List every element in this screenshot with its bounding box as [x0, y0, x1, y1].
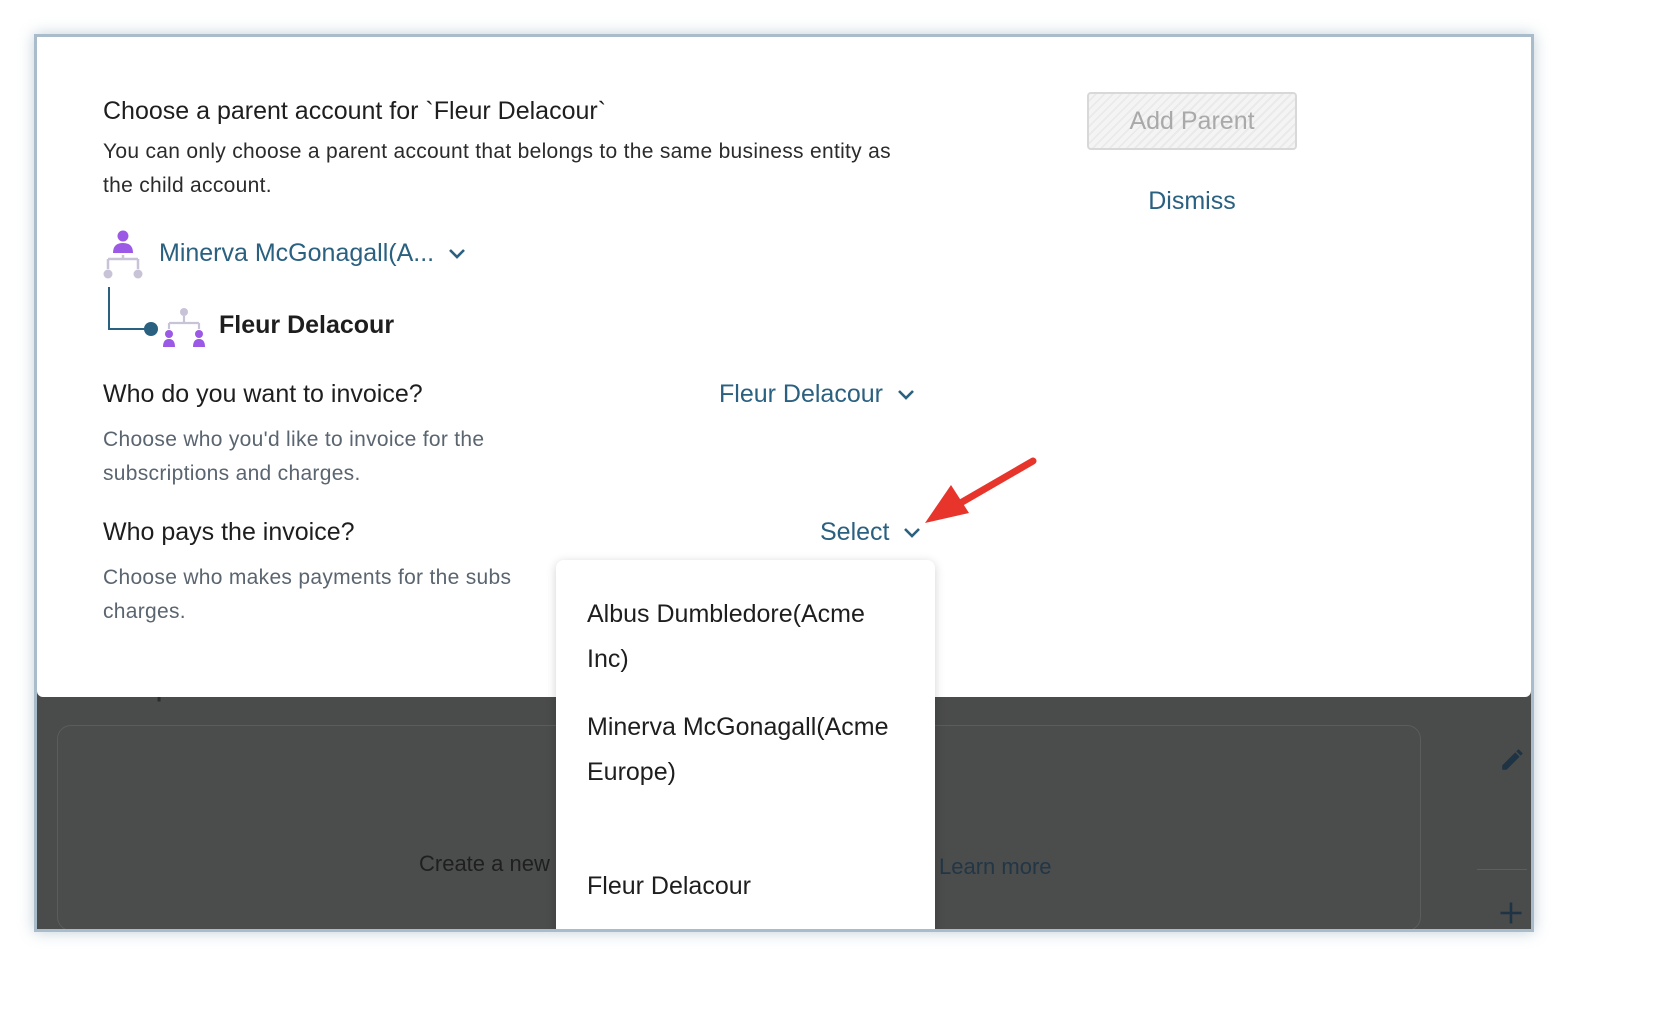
empty-state-text: Create a new	[419, 851, 550, 876]
parent-account-select[interactable]: Minerva McGonagall(A...	[159, 239, 466, 268]
invoice-to-help: Choose who you'd like to invoice for the…	[103, 428, 485, 485]
hierarchy-connector	[108, 287, 158, 336]
payer-value: Select	[820, 518, 890, 546]
pencil-icon[interactable]	[1499, 747, 1525, 773]
payer-select[interactable]: Select	[820, 518, 921, 547]
invoice-to-label: Who do you want to invoice?	[103, 380, 423, 408]
learn-more-link[interactable]: Learn more	[939, 854, 1052, 880]
modal-description: You can only choose a parent account tha…	[103, 140, 891, 197]
plus-icon[interactable]	[1497, 899, 1525, 927]
invoice-to-value: Fleur Delacour	[719, 380, 883, 408]
chevron-down-icon	[898, 389, 914, 400]
payer-option[interactable]: Minerva McGonagall(Acme Europe)	[587, 705, 907, 795]
payer-option[interactable]: Fleur Delacour	[587, 864, 907, 909]
annotation-arrow-icon	[925, 457, 1037, 523]
parent-hierarchy-icon	[103, 230, 143, 279]
divider	[1477, 869, 1527, 870]
dismiss-button[interactable]: Dismiss	[1087, 187, 1297, 216]
parent-account-value: Minerva McGonagall(A...	[159, 239, 435, 267]
payer-dropdown-menu: Albus Dumbledore(Acme Inc) Minerva McGon…	[556, 560, 935, 929]
child-hierarchy-icon	[163, 308, 205, 347]
chevron-down-icon	[449, 248, 466, 259]
payer-label: Who pays the invoice?	[103, 518, 355, 546]
invoice-to-select[interactable]: Fleur Delacour	[719, 380, 915, 409]
payer-option[interactable]: Albus Dumbledore(Acme Inc)	[587, 592, 907, 682]
child-account-name: Fleur Delacour	[219, 311, 395, 339]
add-parent-button[interactable]: Add Parent	[1087, 92, 1297, 150]
payer-help: Choose who makes payments for the subs c…	[103, 566, 512, 623]
screenshot-frame: 0 Subscriptions Available Create a new L…	[34, 34, 1534, 932]
modal-title: Choose a parent account for `Fleur Delac…	[103, 97, 607, 125]
